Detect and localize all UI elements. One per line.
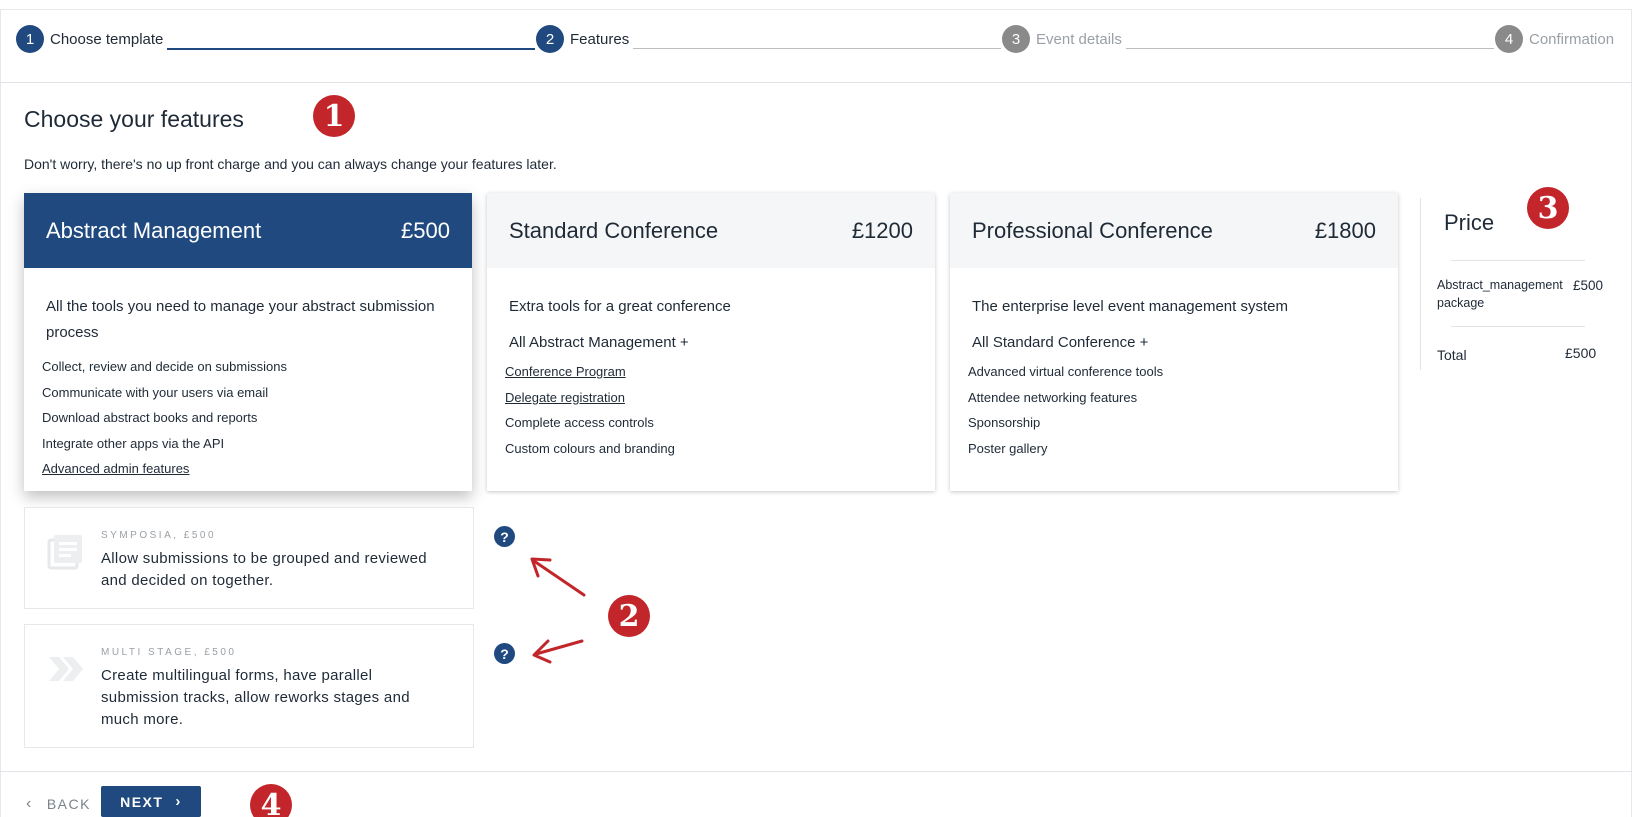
back-button-label: BACK (46, 795, 91, 812)
help-icon-symposia[interactable]: ? (494, 526, 515, 547)
package-description: The enterprise level event management sy… (972, 298, 1288, 315)
package-price: £1800 (1314, 217, 1376, 243)
package-price: £1200 (851, 217, 913, 243)
addon-symposia[interactable]: SYMPOSIA, £500 Allow submissions to be g… (24, 507, 474, 609)
addon-description: Allow submissions to be grouped and revi… (101, 550, 427, 589)
package-feature-link[interactable]: Delegate registration (505, 385, 935, 411)
addon-multi-stage[interactable]: MULTI STAGE, £500 Create multilingual fo… (24, 624, 474, 748)
help-icon-multi-stage[interactable]: ? (494, 643, 515, 664)
package-card-abstract-management[interactable]: Abstract Management £500 All the tools y… (24, 193, 472, 491)
annotation-arrow-icon (530, 557, 586, 664)
package-feature-list: Advanced virtual conference tools Attend… (968, 359, 1398, 461)
next-button-label: NEXT (120, 793, 164, 810)
package-feature: Custom colours and branding (505, 440, 675, 456)
package-header: Standard Conference £1200 (487, 193, 935, 268)
package-feature: Poster gallery (968, 440, 1048, 456)
package-feature-list: Collect, review and decide on submission… (42, 354, 472, 482)
package-feature-link[interactable]: Advanced admin features (42, 456, 472, 482)
package-feature: Download abstract books and reports (42, 410, 258, 425)
step-number: 1 (16, 25, 44, 53)
page-title: Choose your features (24, 106, 244, 132)
chevron-right-icon: › (175, 793, 182, 810)
package-name: Standard Conference (509, 217, 719, 243)
step-label: Features (570, 30, 630, 48)
package-feature: Collect, review and decide on submission… (42, 359, 287, 374)
step-number: 4 (1495, 25, 1523, 53)
step-connector (633, 48, 1001, 49)
step-choose-template[interactable]: 1 Choose template (16, 25, 164, 53)
step-number: 3 (1002, 25, 1030, 53)
package-description: All the tools you need to manage your ab… (46, 298, 435, 341)
package-header: Abstract Management £500 (24, 193, 472, 268)
divider (1451, 326, 1585, 327)
annotation-marker-2: 2 (608, 595, 650, 637)
chevron-left-icon: ‹ (26, 794, 33, 812)
package-feature-link[interactable]: Conference Program (505, 359, 935, 385)
price-line-label: Abstract_management package (1437, 278, 1563, 310)
package-description: Extra tools for a great conference (509, 298, 731, 315)
step-label: Choose template (50, 30, 164, 48)
step-label: Confirmation (1529, 30, 1615, 48)
annotation-marker-1: 1 (313, 95, 355, 137)
addon-description: Create multilingual forms, have parallel… (101, 667, 410, 728)
page-subtitle: Don't worry, there's no up front charge … (24, 156, 557, 172)
back-button[interactable]: ‹ BACK (26, 790, 91, 817)
package-includes: All Abstract Management + (509, 334, 689, 351)
price-title: Price (1444, 210, 1495, 235)
package-card-standard-conference[interactable]: Standard Conference £1200 Extra tools fo… (487, 193, 935, 491)
package-feature-list: Conference Program Delegate registration… (505, 359, 935, 461)
step-features[interactable]: 2 Features (536, 25, 630, 53)
package-feature: Attendee networking features (968, 389, 1138, 405)
package-feature: Advanced virtual conference tools (968, 364, 1164, 379)
price-total-label: Total (1437, 347, 1467, 363)
package-feature: Complete access controls (505, 415, 654, 430)
package-feature: Communicate with your users via email (42, 384, 269, 400)
step-event-details[interactable]: 3 Event details (1002, 25, 1122, 53)
package-feature: Sponsorship (968, 415, 1041, 430)
package-header: Professional Conference £1800 (950, 193, 1398, 268)
package-name: Professional Conference (972, 217, 1213, 243)
step-confirmation[interactable]: 4 Confirmation (1495, 25, 1615, 53)
price-total-value: £500 (1565, 345, 1597, 361)
double-chevron-icon (45, 649, 85, 689)
addon-title: MULTI STAGE, £500 (101, 647, 237, 658)
package-price: £500 (401, 217, 450, 243)
step-connector (167, 48, 535, 50)
next-button[interactable]: NEXT › (101, 786, 201, 817)
step-label: Event details (1036, 30, 1122, 48)
price-line-value: £500 (1573, 278, 1604, 293)
package-feature: Integrate other apps via the API (42, 435, 225, 451)
step-number: 2 (536, 25, 564, 53)
package-card-professional-conference[interactable]: Professional Conference £1800 The enterp… (950, 193, 1398, 491)
addon-title: SYMPOSIA, £500 (101, 530, 217, 541)
stepper: 1 Choose template 2 Features 3 Event det… (0, 10, 1632, 83)
package-includes: All Standard Conference + (972, 334, 1149, 351)
package-name: Abstract Management (46, 217, 262, 243)
document-list-icon (45, 532, 85, 572)
footer-divider (0, 771, 1632, 772)
divider (1451, 260, 1585, 261)
step-connector (1126, 48, 1494, 49)
price-summary: Price Abstract_management package £500 T… (1420, 198, 1610, 370)
